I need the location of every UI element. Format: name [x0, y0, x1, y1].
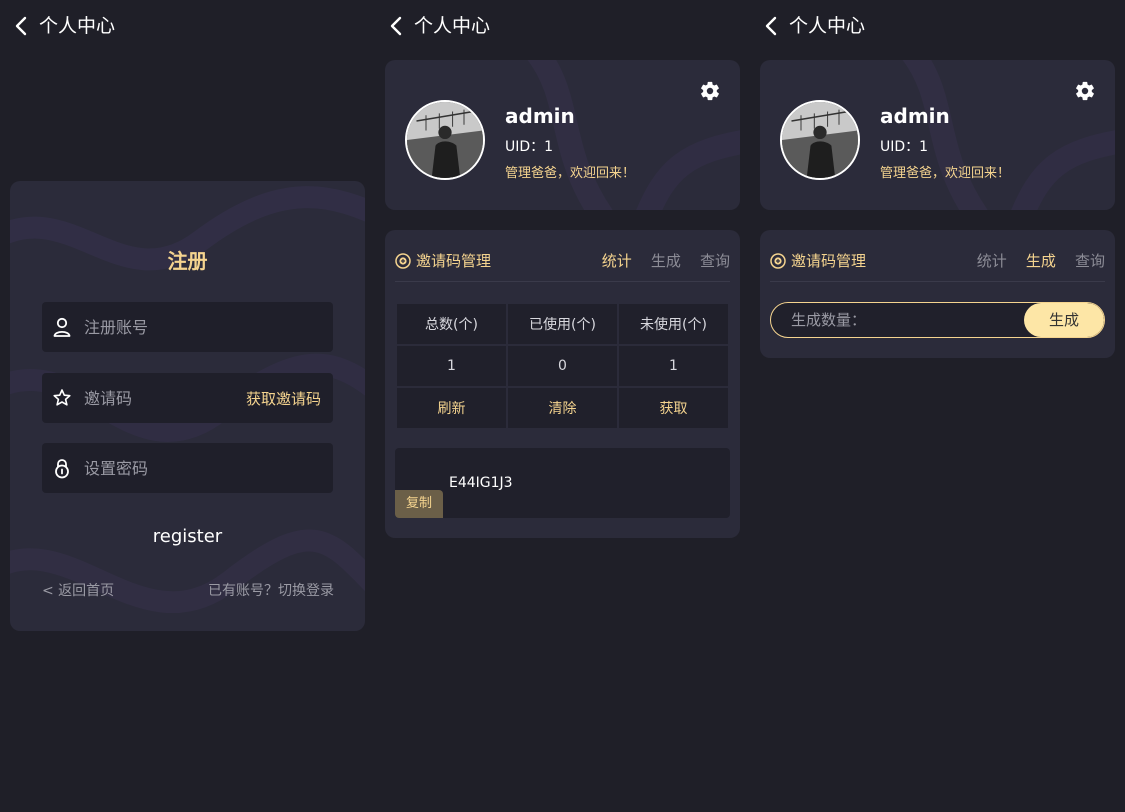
avatar [780, 100, 860, 180]
profile-uid: UID：1 [880, 139, 929, 155]
top-bar: 个人中心 [750, 0, 1125, 52]
chevron-left-icon[interactable] [387, 15, 405, 37]
tab-stats[interactable]: 统计 [602, 250, 632, 272]
value-total: 1 [395, 344, 508, 388]
copy-button[interactable]: 复制 [395, 490, 443, 518]
generate-count-input[interactable] [791, 303, 1011, 337]
password-field[interactable] [42, 443, 333, 493]
value-used: 0 [506, 344, 619, 388]
table-row: 1 0 1 [395, 344, 730, 388]
register-screen: 个人中心 注册 获取邀请码 register < 返回首页 已有账号？切换登录 [0, 0, 375, 812]
invite-stats-table: 总数(个) 已使用(个) 未使用(个) 1 0 1 刷新 清除 获取 [395, 302, 730, 430]
profile-generate-screen: 个人中心 admin UID：1 管理爸爸，欢迎回来！ 邀请码管理 统计 生成 … [750, 0, 1125, 812]
invite-tabs: 统计 生成 查询 [963, 250, 1105, 272]
top-bar: 个人中心 [0, 0, 375, 52]
profile-welcome: 管理爸爸，欢迎回来！ [880, 166, 1011, 181]
invite-code-input[interactable] [84, 373, 234, 423]
top-bar: 个人中心 [375, 0, 750, 52]
invite-header: 邀请码管理 统计 生成 查询 [770, 250, 1105, 282]
invite-code-box: E44IG1J3 复制 [395, 448, 730, 518]
profile-uid: UID：1 [505, 139, 554, 155]
page-title: 个人中心 [789, 15, 866, 37]
chevron-left-icon[interactable] [12, 15, 30, 37]
clear-button[interactable]: 清除 [506, 386, 619, 430]
username-field[interactable] [42, 302, 333, 352]
password-input[interactable] [84, 443, 234, 493]
register-button[interactable]: register [10, 526, 365, 547]
star-icon [52, 387, 72, 409]
invite-tabs: 统计 生成 查询 [588, 250, 730, 272]
lock-icon [52, 457, 72, 479]
profile-username: admin [505, 104, 575, 128]
invite-badge-icon [395, 253, 411, 269]
page-title: 个人中心 [414, 15, 491, 37]
page-title: 个人中心 [39, 15, 116, 37]
profile-username: admin [880, 104, 950, 128]
tab-query[interactable]: 查询 [1075, 250, 1105, 272]
user-icon [52, 316, 72, 338]
invite-code-value: E44IG1J3 [449, 475, 513, 491]
table-row: 总数(个) 已使用(个) 未使用(个) [395, 302, 730, 346]
header-total: 总数(个) [395, 302, 508, 346]
gear-icon[interactable] [699, 80, 721, 102]
refresh-button[interactable]: 刷新 [395, 386, 508, 430]
profile-card: admin UID：1 管理爸爸，欢迎回来！ [385, 60, 740, 210]
header-used: 已使用(个) [506, 302, 619, 346]
profile-stats-screen: 个人中心 admin UID：1 管理爸爸，欢迎回来！ 邀请码管理 统计 生成 … [375, 0, 750, 812]
fetch-button[interactable]: 获取 [617, 386, 730, 430]
register-card: 注册 获取邀请码 register < 返回首页 已有账号？切换登录 [10, 181, 365, 631]
profile-card: admin UID：1 管理爸爸，欢迎回来！ [760, 60, 1115, 210]
tab-query[interactable]: 查询 [700, 250, 730, 272]
tab-generate[interactable]: 生成 [1026, 250, 1056, 272]
generate-button[interactable]: 生成 [1024, 303, 1104, 337]
invite-code-field[interactable]: 获取邀请码 [42, 373, 333, 423]
avatar [405, 100, 485, 180]
tab-generate[interactable]: 生成 [651, 250, 681, 272]
header-unused: 未使用(个) [617, 302, 730, 346]
back-home-link[interactable]: < 返回首页 [42, 580, 114, 600]
get-invite-code-button[interactable]: 获取邀请码 [246, 388, 321, 409]
switch-login-link[interactable]: 已有账号？切换登录 [208, 580, 334, 600]
username-input[interactable] [84, 302, 234, 352]
invite-title: 邀请码管理 [416, 252, 492, 270]
invite-header: 邀请码管理 统计 生成 查询 [395, 250, 730, 282]
generate-row: 生成 [770, 302, 1105, 338]
invite-title: 邀请码管理 [791, 252, 867, 270]
value-unused: 1 [617, 344, 730, 388]
invite-management-card: 邀请码管理 统计 生成 查询 总数(个) 已使用(个) 未使用(个) 1 0 1… [385, 230, 740, 538]
invite-management-card: 邀请码管理 统计 生成 查询 生成 [760, 230, 1115, 358]
register-title: 注册 [167, 249, 208, 273]
chevron-left-icon[interactable] [762, 15, 780, 37]
profile-welcome: 管理爸爸，欢迎回来！ [505, 166, 636, 181]
gear-icon[interactable] [1074, 80, 1096, 102]
tab-stats[interactable]: 统计 [977, 250, 1007, 272]
invite-badge-icon [770, 253, 786, 269]
table-row: 刷新 清除 获取 [395, 386, 730, 430]
